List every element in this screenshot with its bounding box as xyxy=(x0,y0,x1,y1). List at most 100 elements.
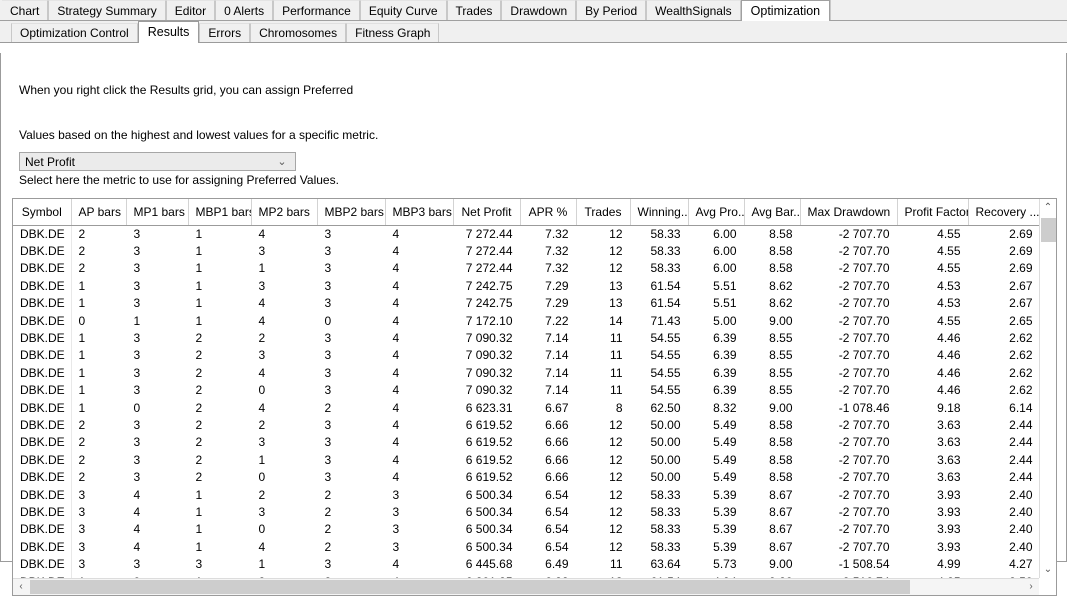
table-cell[interactable]: 4 xyxy=(126,521,188,538)
table-cell[interactable]: DBK.DE xyxy=(13,330,71,347)
table-cell[interactable]: 8.67 xyxy=(744,504,800,521)
table-row[interactable]: DBK.DE0114047 172.107.221471.435.009.00-… xyxy=(13,313,1039,330)
table-cell[interactable]: 4.46 xyxy=(897,330,968,347)
table-cell[interactable]: -2 707.70 xyxy=(800,469,897,486)
table-cell[interactable]: 5.39 xyxy=(688,487,744,504)
tab-by-period[interactable]: By Period xyxy=(576,0,646,20)
table-cell[interactable]: 58.33 xyxy=(630,504,688,521)
table-cell[interactable]: -2 707.70 xyxy=(800,243,897,260)
table-cell[interactable]: 6 500.34 xyxy=(453,487,520,504)
table-cell[interactable]: -2 707.70 xyxy=(800,452,897,469)
table-cell[interactable]: 2 xyxy=(317,487,385,504)
table-cell[interactable]: 2 xyxy=(188,365,251,382)
tab-alerts[interactable]: 0 Alerts xyxy=(215,0,273,20)
table-cell[interactable]: 4 xyxy=(385,417,453,434)
table-cell[interactable]: 13 xyxy=(576,278,630,295)
table-cell[interactable]: 11 xyxy=(576,347,630,364)
col-header-mp1-bars[interactable]: MP1 bars xyxy=(126,199,188,225)
table-cell[interactable]: 8.62 xyxy=(744,278,800,295)
table-cell[interactable]: 6.00 xyxy=(688,225,744,243)
tab-equity-curve[interactable]: Equity Curve xyxy=(360,0,447,20)
table-cell[interactable]: 3 xyxy=(251,434,317,451)
table-cell[interactable]: 12 xyxy=(576,225,630,243)
table-cell[interactable]: 7 242.75 xyxy=(453,295,520,312)
table-cell[interactable]: 4 xyxy=(126,539,188,556)
table-cell[interactable]: 4.55 xyxy=(897,260,968,277)
table-cell[interactable]: 3 xyxy=(126,452,188,469)
col-header-ap-bars[interactable]: AP bars xyxy=(71,199,126,225)
table-cell[interactable]: 7.29 xyxy=(520,278,576,295)
table-cell[interactable]: 3.63 xyxy=(897,469,968,486)
table-cell[interactable]: 50.00 xyxy=(630,469,688,486)
table-cell[interactable]: 2 xyxy=(188,434,251,451)
col-header-recovery[interactable]: Recovery ... xyxy=(968,199,1039,225)
table-cell[interactable]: 1 xyxy=(188,539,251,556)
table-row[interactable]: DBK.DE2320346 619.526.661250.005.498.58-… xyxy=(13,469,1039,486)
table-row[interactable]: DBK.DE1323347 090.327.141154.556.398.55-… xyxy=(13,347,1039,364)
table-cell[interactable]: 54.55 xyxy=(630,382,688,399)
table-cell[interactable]: -2 707.70 xyxy=(800,278,897,295)
table-cell[interactable]: 2.69 xyxy=(968,260,1039,277)
table-cell[interactable]: 7 242.75 xyxy=(453,278,520,295)
table-cell[interactable]: 3 xyxy=(126,243,188,260)
table-cell[interactable]: 3 xyxy=(71,556,126,573)
table-cell[interactable]: 8.55 xyxy=(744,382,800,399)
table-cell[interactable]: 14 xyxy=(576,313,630,330)
table-cell[interactable]: 61.54 xyxy=(630,295,688,312)
table-cell[interactable]: DBK.DE xyxy=(13,243,71,260)
table-cell[interactable]: 6.54 xyxy=(520,487,576,504)
table-cell[interactable]: 2 xyxy=(71,417,126,434)
table-cell[interactable]: 3 xyxy=(317,365,385,382)
table-cell[interactable]: 7.32 xyxy=(520,225,576,243)
table-row[interactable]: DBK.DE1324347 090.327.141154.556.398.55-… xyxy=(13,365,1039,382)
table-row[interactable]: DBK.DE1314347 242.757.291361.545.518.62-… xyxy=(13,295,1039,312)
table-cell[interactable]: 4.99 xyxy=(897,556,968,573)
table-cell[interactable]: 3 xyxy=(251,243,317,260)
table-cell[interactable]: 3 xyxy=(251,504,317,521)
table-cell[interactable]: 2.62 xyxy=(968,365,1039,382)
table-cell[interactable]: 1 xyxy=(126,313,188,330)
table-cell[interactable]: 5.49 xyxy=(688,417,744,434)
table-cell[interactable]: 2.44 xyxy=(968,469,1039,486)
table-cell[interactable]: 4 xyxy=(251,295,317,312)
table-cell[interactable]: 1 xyxy=(251,556,317,573)
tab-performance[interactable]: Performance xyxy=(273,0,360,20)
table-cell[interactable]: 1 xyxy=(251,452,317,469)
table-cell[interactable]: 4 xyxy=(251,313,317,330)
table-cell[interactable]: DBK.DE xyxy=(13,225,71,243)
table-row[interactable]: DBK.DE2314347 272.447.321258.336.008.58-… xyxy=(13,225,1039,243)
table-cell[interactable]: 3 xyxy=(71,539,126,556)
table-cell[interactable]: 1 xyxy=(188,260,251,277)
table-cell[interactable]: 4 xyxy=(385,225,453,243)
table-cell[interactable]: 2 xyxy=(188,400,251,417)
table-cell[interactable]: DBK.DE xyxy=(13,434,71,451)
table-cell[interactable]: 3 xyxy=(251,278,317,295)
table-cell[interactable]: 7 090.32 xyxy=(453,330,520,347)
table-cell[interactable]: 3.63 xyxy=(897,417,968,434)
table-cell[interactable]: 6 445.68 xyxy=(453,556,520,573)
table-cell[interactable]: 8.58 xyxy=(744,243,800,260)
table-cell[interactable]: 3 xyxy=(126,417,188,434)
table-cell[interactable]: 4 xyxy=(251,365,317,382)
table-cell[interactable]: 2 xyxy=(188,469,251,486)
table-cell[interactable]: -1 508.54 xyxy=(800,556,897,573)
table-cell[interactable]: 2 xyxy=(251,487,317,504)
table-row[interactable]: DBK.DE3331346 445.686.491163.645.739.00-… xyxy=(13,556,1039,573)
table-cell[interactable]: 0 xyxy=(251,521,317,538)
table-cell[interactable]: 6.67 xyxy=(520,400,576,417)
table-cell[interactable]: 4.46 xyxy=(897,347,968,364)
table-cell[interactable]: -2 707.70 xyxy=(800,260,897,277)
tab-trades[interactable]: Trades xyxy=(447,0,502,20)
table-cell[interactable]: 5.39 xyxy=(688,521,744,538)
table-cell[interactable]: 4 xyxy=(385,260,453,277)
table-cell[interactable]: 12 xyxy=(576,487,630,504)
subtab-results[interactable]: Results xyxy=(138,21,200,43)
table-cell[interactable]: 2 xyxy=(251,330,317,347)
col-header-net-profit[interactable]: Net Profit xyxy=(453,199,520,225)
table-cell[interactable]: 4 xyxy=(385,330,453,347)
table-cell[interactable]: 8.67 xyxy=(744,539,800,556)
table-cell[interactable]: 7.32 xyxy=(520,243,576,260)
table-cell[interactable]: 7.14 xyxy=(520,330,576,347)
table-cell[interactable]: 3 xyxy=(317,225,385,243)
table-cell[interactable]: 3 xyxy=(317,243,385,260)
